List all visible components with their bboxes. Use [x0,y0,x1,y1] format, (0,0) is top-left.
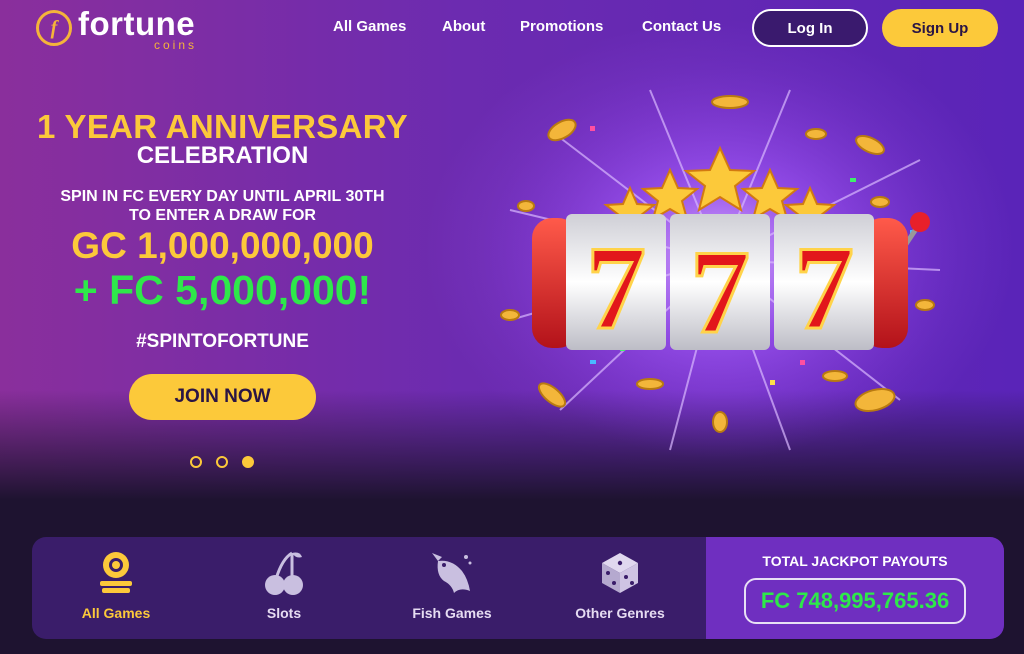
logo-subtitle: coins [154,38,198,52]
jackpot-panel: TOTAL JACKPOT PAYOUTS FC 748,995,765.36 [706,537,1004,639]
category-label: All Games [81,605,151,621]
category-label: Fish Games [412,605,492,621]
promo-description-line2: TO ENTER A DRAW FOR [129,207,316,224]
promo-subheadline: CELEBRATION [136,142,309,169]
login-button[interactable]: Log In [752,9,868,47]
jackpot-counter: FC 748,995,765.36 [744,578,966,624]
carousel-dots [190,456,260,470]
cherries-icon [265,551,303,595]
category-slots[interactable]: Slots [200,537,368,639]
site-header: f fortune coins All Games About Promotio… [0,0,1024,56]
promo-hashtag: #SPINTOFORTUNE [136,331,309,352]
promo-description-line1: SPIN IN FC EVERY DAY UNTIL APRIL 30TH [60,188,385,205]
logo-wordmark: fortune [78,5,196,42]
category-fish-games[interactable]: Fish Games [368,537,536,639]
category-all-games[interactable]: All Games [32,537,200,639]
lever-knob [910,212,930,232]
fortune-coins-logo[interactable]: f fortune coins [36,6,216,52]
jackpot-value: FC 748,995,765.36 [760,588,950,613]
dice-icon [602,553,638,593]
category-other-genres[interactable]: Other Genres [536,537,704,639]
category-label: Slots [266,605,302,621]
fc-prize-amount: + FC 5,000,000! [73,267,372,313]
reel-1-symbol: 7 [586,221,646,354]
fish-icon [432,553,472,593]
nav-all-games[interactable]: All Games [333,18,406,36]
nav-promotions[interactable]: Promotions [520,18,603,36]
chip-stack-icon [100,552,132,593]
logo-badge-icon: f [36,10,72,46]
carousel-dot-2[interactable] [216,456,228,468]
join-now-button[interactable]: JOIN NOW [129,374,316,420]
signup-button[interactable]: Sign Up [882,9,998,47]
nav-contact-us[interactable]: Contact Us [642,18,721,36]
jackpot-title: TOTAL JACKPOT PAYOUTS [762,553,948,569]
slot-machine-illustration: 7 7 7 [480,70,960,460]
category-bar: All Games Slots Fish Games Other Genres … [32,537,1004,639]
gc-prize-amount: GC 1,000,000,000 [71,225,374,266]
nav-about[interactable]: About [442,18,485,36]
promo-headline: 1 YEAR ANNIVERSARY [37,108,408,145]
reel-3-symbol: 7 [794,221,854,354]
carousel-dot-3[interactable] [242,456,254,468]
reel-2-symbol: 7 [690,225,750,358]
carousel-dot-1[interactable] [190,456,202,468]
category-label: Other Genres [575,605,665,621]
